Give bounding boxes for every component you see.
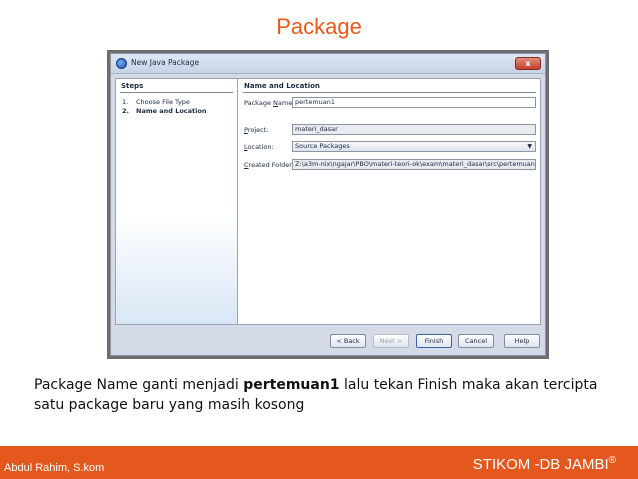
step-choose-file-type: 1. Choose File Type [122,98,190,106]
registered-mark: ® [608,455,616,466]
help-button[interactable]: Help [504,334,540,348]
created-folder-field: Z:\a3m-nix\ngajar\PBO\materi-teori-ok\ex… [292,159,536,170]
slide-title: Package [276,14,362,39]
panel-divider [243,92,536,93]
footer-author: Abdul Rahim, S.kom [4,462,105,474]
dialog-titlebar[interactable]: New Java Package x [111,54,545,74]
new-java-package-dialog: New Java Package x Steps 1. Choose File T… [110,53,546,356]
screenshot-frame: New Java Package x Steps 1. Choose File T… [107,50,549,359]
close-button[interactable]: x [515,57,541,70]
org-name: STIKOM -DB JAMBI [472,456,609,473]
package-name-label: Package Name: [244,99,294,107]
label-text: roject: [247,126,269,134]
created-folder-label: Created Folder: [244,161,294,169]
finish-button[interactable]: Finish [416,334,452,348]
back-button[interactable]: < Back [330,334,366,348]
step-number: 2. [122,107,129,115]
step-name-and-location: 2. Name and Location [122,107,206,115]
panel-heading: Name and Location [244,82,320,90]
wizard-content: Steps 1. Choose File Type 2. Name and Loca… [115,78,541,325]
step-label: Choose File Type [136,98,190,106]
caption-text: Package Name ganti menjadi [34,377,244,393]
slide-caption: Package Name ganti menjadi pertemuan1 la… [34,375,624,415]
caption-highlight: pertemuan1 [243,377,340,393]
package-name-input[interactable]: pertemuan1 [292,97,536,108]
location-label: Location: [244,143,274,151]
wizard-button-bar: < Back Next > Finish Cancel Help [111,325,545,355]
step-number: 1. [122,98,129,106]
steps-divider [120,92,233,93]
project-field: materi_dasar [292,124,536,135]
dialog-title: New Java Package [131,58,200,67]
label-text: reated Folder: [248,161,294,169]
label-text: ocation: [247,143,274,151]
label-text: Package [244,99,274,107]
steps-heading: Steps [121,82,144,90]
steps-panel: Steps 1. Choose File Type 2. Name and Loca… [116,79,238,324]
cancel-button[interactable]: Cancel [458,334,494,348]
chevron-down-icon[interactable]: ▼ [527,142,532,151]
project-label: Project: [244,126,268,134]
slide-footer: Abdul Rahim, S.kom STIKOM -DB JAMBI® [0,446,638,479]
footer-organization: STIKOM -DB JAMBI® [473,455,616,473]
step-label: Name and Location [136,107,207,115]
location-select[interactable]: Source Packages ▼ [292,141,536,152]
next-button[interactable]: Next > [373,334,409,348]
name-and-location-panel: Name and Location Package Name: pertemua… [239,79,540,324]
location-selected-value: Source Packages [295,142,350,150]
netbeans-app-icon [116,58,127,69]
